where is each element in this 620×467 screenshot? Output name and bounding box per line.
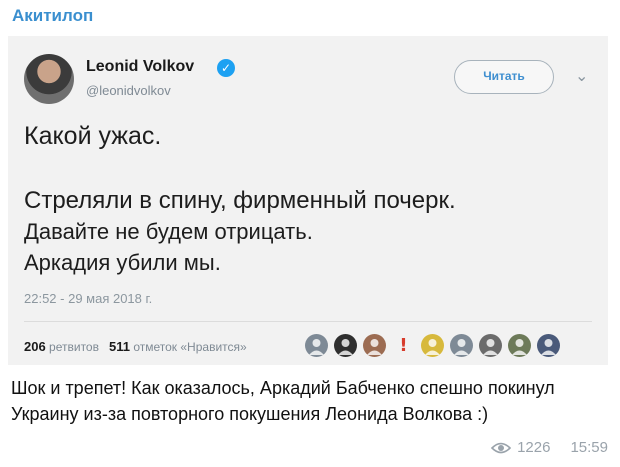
- likes-label: отметок «Нравится»: [133, 340, 247, 354]
- person-avatar-icon: [334, 334, 357, 357]
- likes-count: 511: [109, 339, 130, 354]
- person-avatar-icon: [305, 334, 328, 357]
- tweet-text-line: Стреляли в спину, фирменный почерк.: [24, 187, 456, 214]
- follow-button: Читать: [454, 60, 554, 94]
- tweet-text-line: Давайте не будем отрицать.: [24, 219, 313, 244]
- person-avatar-icon: [508, 334, 531, 357]
- person-avatar-icon: [450, 334, 473, 357]
- tweet-text-line: Аркадия убили мы.: [24, 250, 221, 275]
- channel-name[interactable]: Акитилоп: [12, 6, 93, 26]
- author-avatar: [24, 54, 74, 104]
- retweets-count: 206: [24, 339, 46, 354]
- tweet-text-line: Какой ужас.: [24, 122, 162, 150]
- tweet-author-handle: @leonidvolkov: [86, 83, 171, 98]
- tweet-stats: 206 ретвитов 511 отметок «Нравится»: [24, 339, 247, 354]
- verified-badge-icon: ✓: [217, 59, 235, 77]
- eye-icon: [491, 442, 512, 453]
- likers-avatars: !: [305, 334, 560, 357]
- post-time: 15:59: [570, 439, 608, 456]
- exclamation-avatar-icon: !: [399, 335, 408, 356]
- person-avatar-icon: [421, 334, 444, 357]
- post-caption: Шок и трепет! Как оказалось, Аркадий Баб…: [11, 378, 555, 424]
- views-count: 1226: [517, 439, 551, 456]
- person-avatar-icon: [363, 334, 386, 357]
- tweet-author-name: Leonid Volkov: [86, 58, 195, 75]
- post-meta: 1226 15:59: [491, 439, 608, 456]
- retweets-label: ретвитов: [49, 340, 99, 354]
- divider: [24, 321, 592, 322]
- chevron-down-icon: ⌄: [575, 66, 589, 85]
- tweet-timestamp: 22:52 - 29 мая 2018 г.: [24, 291, 153, 306]
- tweet-screenshot[interactable]: Leonid Volkov ✓ @leonidvolkov Читать ⌄ К…: [8, 36, 608, 365]
- person-avatar-icon: [479, 334, 502, 357]
- person-avatar-icon: [537, 334, 560, 357]
